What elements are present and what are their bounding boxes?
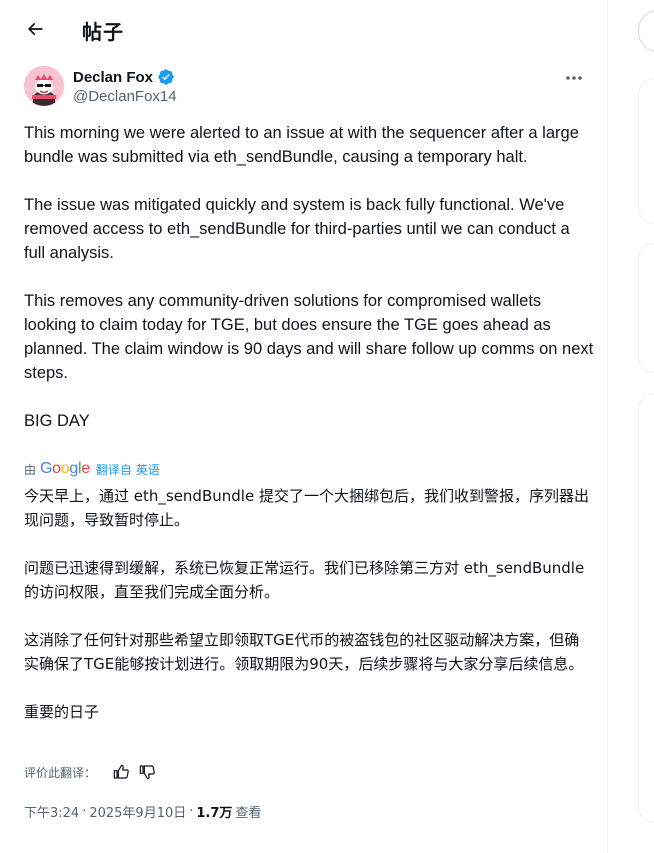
thumbs-down-icon [139,765,155,780]
right-sidebar [608,0,654,853]
tweet-translated-text: 今天早上，通过 eth_sendBundle 提交了一个大捆绑包后，我们收到警报… [24,484,594,724]
google-logo: Google [40,460,90,477]
translated-by-google: 由 Google 翻译自 英语 [24,460,160,478]
views-label: 查看 [235,806,262,821]
tweet-time[interactable]: 下午3:24 [24,802,79,821]
tweet-paragraph: BIG DAY [24,412,90,430]
avatar[interactable] [24,66,64,106]
thumbs-down-button[interactable] [138,763,156,781]
tweet-original-text: This morning we were alerted to an issue… [24,121,594,433]
more-icon [566,76,582,80]
thumbs-up-button[interactable] [112,763,130,781]
author-handle[interactable]: @DeclanFox14 [73,88,177,105]
thumbs-up-icon [113,764,129,779]
tweet-meta: 下午3:24 · 2025年9月10日 · 1.7万 查看 [24,802,261,821]
tweet-paragraph: This morning we were alerted to an issue… [24,124,584,166]
back-button[interactable] [18,12,52,46]
back-arrow-icon [27,22,43,36]
page-title: 帖子 [82,20,124,44]
tweet-paragraph: This removes any community-driven soluti… [24,292,598,382]
sidebar-card [638,393,654,823]
search-box[interactable] [638,10,654,52]
tweet-paragraph: The issue was mitigated quickly and syst… [24,196,575,262]
translated-paragraph: 问题已迅速得到缓解，系统已恢复正常运行。我们已移除第三方对 eth_sendBu… [24,559,589,601]
more-button[interactable] [562,68,586,88]
views-count: 1.7万 [196,806,233,821]
sidebar-card [638,243,654,373]
meta-separator: · [189,804,194,819]
tweet-author: Declan Fox @DeclanFox14 [24,66,594,110]
translated-paragraph: 重要的日子 [24,703,100,721]
page-header: 帖子 [0,0,607,56]
avatar-image [24,66,64,106]
translated-from-link[interactable]: 翻译自 英语 [96,461,160,478]
meta-separator: · [82,804,87,819]
tweet-date[interactable]: 2025年9月10日 [89,802,186,821]
rate-translation-label: 评价此翻译： [24,765,97,780]
verified-badge-icon [158,69,174,85]
author-display-name[interactable]: Declan Fox [73,69,153,86]
rate-translation: 评价此翻译： [24,762,156,782]
sidebar-card [638,78,654,224]
translated-paragraph: 这消除了任何针对那些希望立即领取TGE代币的被盗钱包的社区驱动解决方案，但确实确… [24,631,584,673]
translated-by-label: 由 [24,462,37,477]
translated-paragraph: 今天早上，通过 eth_sendBundle 提交了一个大捆绑包后，我们收到警报… [24,487,589,529]
main-column: 帖子 Declan Fox @DeclanFox14 This morning … [0,0,608,853]
